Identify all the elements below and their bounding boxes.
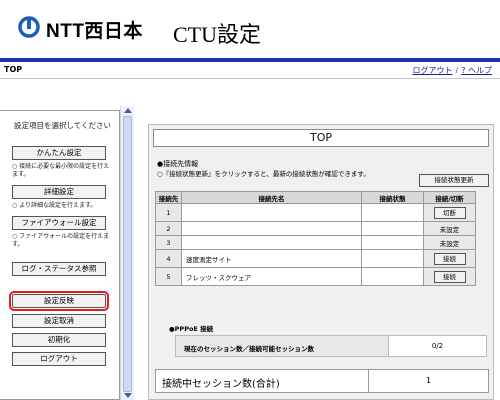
firewall-setup-button[interactable]: ファイアウォール設定	[12, 216, 106, 230]
easy-setup-note: ○ 接続に必要な最小限の設定を行えます。	[12, 163, 110, 178]
apply-settings-button[interactable]: 設定反映	[9, 291, 109, 311]
section-banner: TOP	[153, 129, 489, 147]
top-bar: TOP ログアウト /? ヘルプ	[0, 62, 500, 79]
table-row: 1 切断	[155, 203, 476, 222]
connection-info-note: ○『接続状態更新』をクリックすると、最新の接続状態が確認できます。	[157, 170, 370, 178]
connection-state	[361, 249, 424, 268]
row-number: 5	[155, 267, 182, 286]
row-number: 3	[155, 235, 182, 250]
column-header: 接続/切断	[423, 191, 476, 204]
table-row: 3 未設定	[155, 235, 476, 250]
scroll-thumb[interactable]	[123, 116, 132, 392]
row-number: 2	[155, 221, 182, 236]
action-cell: 切断	[423, 203, 476, 222]
connection-state	[361, 221, 424, 236]
content-panel: TOP ●接続先情報 ○『接続状態更新』をクリックすると、最新の接続状態が確認で…	[148, 124, 494, 400]
total-session-label: 接続中セッション数(合計)	[162, 379, 280, 390]
connection-state	[361, 267, 424, 286]
pppoe-session-value: 0/2	[388, 336, 486, 356]
pppoe-session-row: 現在のセッション数／接続可能セッション数 0/2	[175, 335, 487, 357]
sidebar: 設定項目を選択してください かんたん設定 ○ 接続に必要な最小限の設定を行えます…	[0, 110, 120, 400]
connection-table: 接続先 接続先名 接続状態 接続/切断 1 切断 2 未設定 3 未設定 4 速…	[155, 191, 476, 286]
cancel-settings-button[interactable]: 設定取消	[12, 314, 106, 328]
logout-link[interactable]: ログアウト	[413, 66, 453, 75]
ntt-logo-icon	[18, 16, 40, 38]
table-row: 2 未設定	[155, 221, 476, 236]
page-header: NTT西日本 CTU設定	[0, 0, 500, 58]
detail-setup-button[interactable]: 詳細設定	[12, 185, 106, 199]
column-header: 接続状態	[361, 191, 424, 204]
detail-setup-note: ○ より詳細な設定を行えます。	[12, 202, 97, 209]
disconnect-button[interactable]: 切断	[433, 206, 466, 219]
sidebar-logout-button[interactable]: ログアウト	[12, 352, 106, 366]
table-row: 5 フレッツ・スクウェア 接続	[155, 267, 476, 286]
column-header: 接続先	[155, 191, 182, 204]
connection-name	[181, 221, 362, 236]
top-links: ログアウト /? ヘルプ	[413, 65, 493, 76]
sidebar-title: 設定項目を選択してください	[14, 121, 112, 130]
help-link[interactable]: ? ヘルプ	[461, 66, 492, 75]
total-session-row: 接続中セッション数(合計) 1	[155, 369, 489, 393]
pppoe-title: ●PPPoE 接続	[169, 325, 214, 333]
connection-name: フレッツ・スクウェア	[181, 267, 362, 286]
action-cell: 接続	[423, 267, 476, 286]
row-number: 1	[155, 203, 182, 222]
log-status-button[interactable]: ログ・ステータス参照	[12, 262, 106, 276]
total-session-value: 1	[368, 370, 488, 392]
update-status-button[interactable]: 接続状態更新	[419, 174, 489, 187]
action-status: 未設定	[423, 235, 476, 250]
main-content: TOP ●接続先情報 ○『接続状態更新』をクリックすると、最新の接続状態が確認で…	[140, 112, 500, 400]
column-header: 接続先名	[181, 191, 362, 204]
connection-name	[181, 203, 362, 222]
table-header-row: 接続先 接続先名 接続状態 接続/切断	[155, 191, 476, 204]
pppoe-session-label: 現在のセッション数／接続可能セッション数	[184, 345, 314, 353]
table-row: 4 速度測定サイト 接続	[155, 249, 476, 268]
connection-state	[361, 235, 424, 250]
connection-name	[181, 235, 362, 250]
scroll-up-arrow-icon[interactable]	[124, 108, 132, 113]
easy-setup-button[interactable]: かんたん設定	[12, 146, 106, 160]
logo-text: NTT西日本	[46, 21, 143, 42]
page-title: CTU設定	[173, 22, 262, 47]
row-number: 4	[155, 249, 182, 268]
link-separator: /	[455, 66, 459, 75]
connection-state	[361, 203, 424, 222]
action-status: 未設定	[423, 221, 476, 236]
sidebar-scrollbar[interactable]	[120, 106, 134, 400]
scroll-down-arrow-icon[interactable]	[124, 393, 132, 398]
connect-button[interactable]: 接続	[433, 252, 466, 265]
firewall-setup-note: ○ ファイアウォールの設定を行えます。	[12, 233, 110, 248]
breadcrumb: TOP	[4, 65, 23, 74]
initialize-button[interactable]: 初期化	[12, 333, 106, 347]
connect-button[interactable]: 接続	[433, 270, 466, 283]
action-cell: 接続	[423, 249, 476, 268]
connection-name: 速度測定サイト	[181, 249, 362, 268]
